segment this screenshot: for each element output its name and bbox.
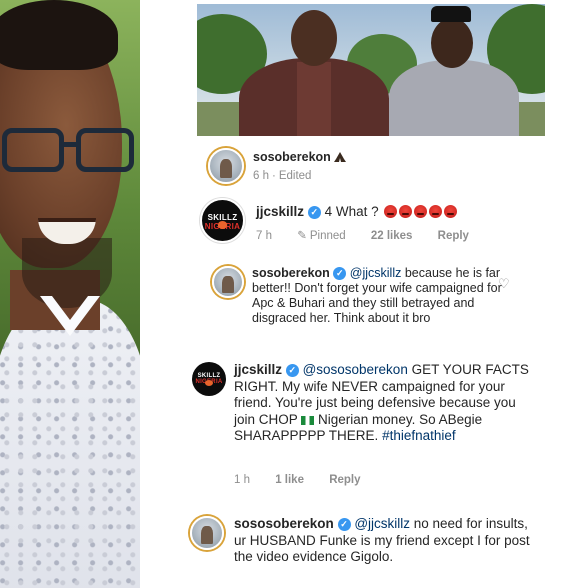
- angry-emoji: [414, 205, 428, 218]
- comment-username[interactable]: jjcskillz: [234, 362, 282, 377]
- comment-hashtag[interactable]: #thiefnathief: [382, 428, 456, 443]
- angry-emoji: [399, 205, 413, 218]
- comment-username[interactable]: sososoberekon: [234, 516, 334, 531]
- comment-time: 7 h: [256, 230, 272, 242]
- likes-count[interactable]: 1 like: [275, 474, 304, 486]
- comment-username[interactable]: sosoberekon: [253, 150, 331, 164]
- avatar[interactable]: SKILLZ NIGERIA: [192, 362, 226, 396]
- avatar-logo-mark: [217, 221, 228, 229]
- verified-badge-icon: ✓: [307, 206, 321, 219]
- nigeria-flag-emoji: [301, 415, 315, 425]
- angry-emoji: [384, 205, 398, 218]
- verified-badge-icon: ✓: [333, 267, 347, 280]
- comment-time: 1 h: [234, 474, 250, 486]
- avatar-figure: [222, 275, 234, 293]
- person-left-vest: [297, 62, 331, 136]
- avatar[interactable]: [212, 266, 244, 298]
- heart-icon[interactable]: ♡: [498, 277, 510, 290]
- reply-button[interactable]: Reply: [438, 230, 469, 242]
- pinned-label: ✎ Pinned: [297, 230, 345, 242]
- portrait-glasses: [0, 128, 138, 176]
- glasses-right-lens: [76, 128, 134, 172]
- meta-separator: ·: [272, 170, 276, 182]
- person-right-body: [389, 60, 519, 136]
- comment-mention[interactable]: @jjcskillz: [354, 516, 410, 531]
- avatar-figure: [201, 526, 213, 545]
- avatar-figure: [219, 158, 233, 179]
- avatar[interactable]: [208, 148, 244, 184]
- pray-emoji: [334, 152, 347, 162]
- reply-button[interactable]: Reply: [329, 474, 360, 486]
- pin-icon: ✎: [297, 230, 307, 242]
- post-photo[interactable]: [197, 4, 545, 136]
- comment-mention[interactable]: @sososoberekon: [303, 362, 408, 377]
- avatar[interactable]: [190, 516, 224, 550]
- comment-time: 6 h: [253, 170, 269, 182]
- comment-username[interactable]: sosoberekon: [252, 266, 330, 280]
- portrait-photo: [0, 0, 140, 588]
- glasses-left-lens: [2, 128, 64, 172]
- photo-person-left: [239, 10, 389, 136]
- angry-emoji: [444, 205, 458, 218]
- person-left-head: [291, 10, 337, 66]
- angry-emoji: [429, 205, 443, 218]
- comment-username[interactable]: jjcskillz: [256, 204, 304, 219]
- comment-text: 4 What ?: [324, 204, 379, 219]
- comment-mention[interactable]: @jjcskillz: [350, 266, 402, 280]
- portrait-shirt: [0, 300, 140, 588]
- likes-count[interactable]: 22 likes: [371, 230, 413, 242]
- person-right-head: [431, 18, 473, 68]
- verified-badge-icon: ✓: [285, 364, 299, 377]
- pinned-text: Pinned: [309, 230, 346, 242]
- photo-person-right: [389, 6, 519, 136]
- portrait-hair: [0, 0, 118, 70]
- comment-edited: Edited: [278, 170, 312, 182]
- person-right-hat: [431, 6, 471, 22]
- avatar-logo-mark: [204, 379, 214, 386]
- verified-badge-icon: ✓: [337, 518, 351, 531]
- avatar[interactable]: SKILLZ NIGERIA: [200, 198, 245, 243]
